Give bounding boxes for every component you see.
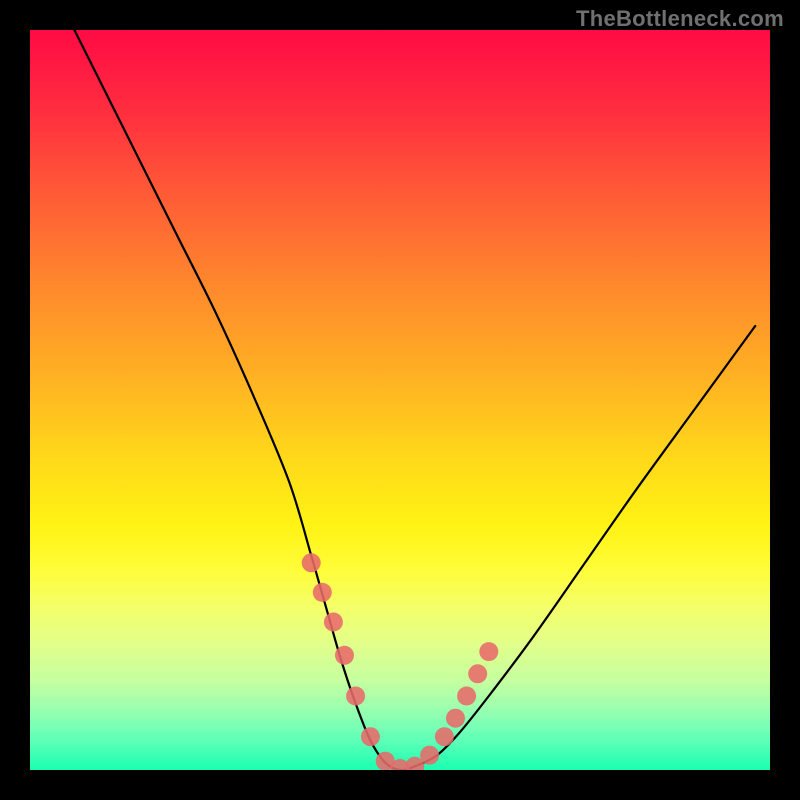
- chart-frame: TheBottleneck.com: [0, 0, 800, 800]
- highlight-dot: [361, 727, 380, 746]
- highlight-dot: [335, 646, 354, 665]
- highlight-dot: [420, 746, 439, 765]
- plot-area: [30, 30, 770, 770]
- highlight-dot: [446, 709, 465, 728]
- highlight-dot: [468, 664, 487, 683]
- highlight-dot: [324, 613, 343, 632]
- highlight-dots: [302, 553, 499, 770]
- watermark-text: TheBottleneck.com: [576, 6, 784, 32]
- highlight-dot: [346, 687, 365, 706]
- chart-svg: [30, 30, 770, 770]
- highlight-dot: [479, 642, 498, 661]
- highlight-dot: [313, 583, 332, 602]
- bottleneck-curve: [74, 30, 755, 770]
- highlight-dot: [457, 687, 476, 706]
- highlight-dot: [435, 727, 454, 746]
- highlight-dot: [302, 553, 321, 572]
